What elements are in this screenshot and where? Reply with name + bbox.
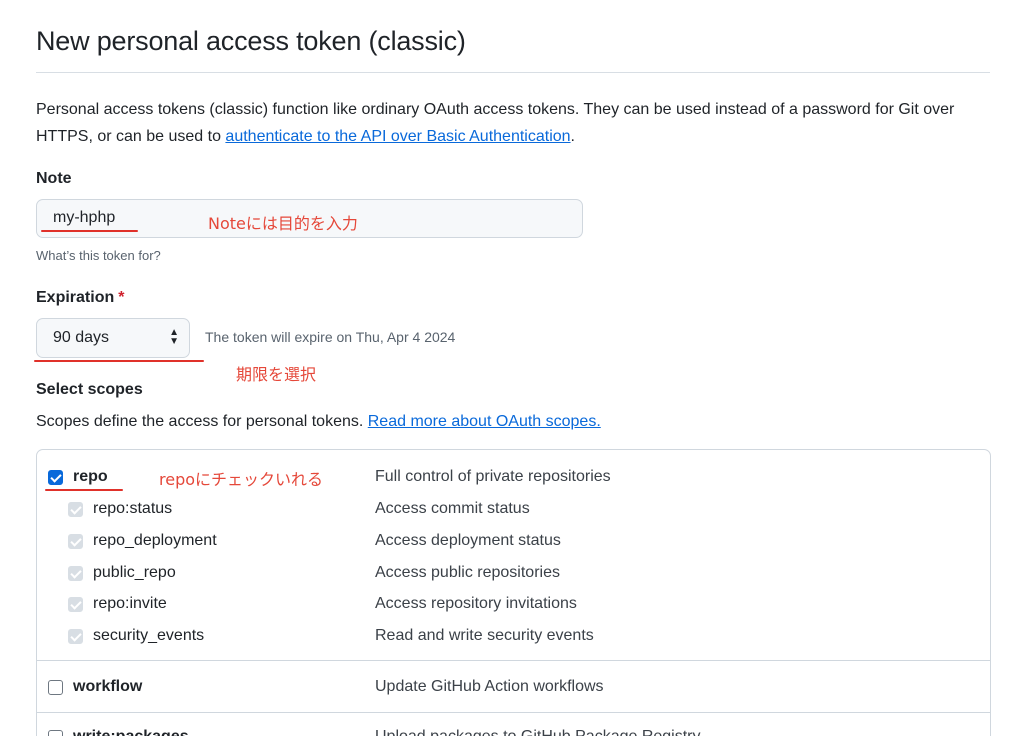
chevron-up-down-icon: ▲ ▼	[169, 327, 179, 347]
basic-auth-link[interactable]: authenticate to the API over Basic Authe…	[225, 128, 570, 145]
scope-name: security_events	[93, 627, 205, 644]
workflow-checkbox[interactable]	[48, 680, 63, 695]
security-events-checkbox	[68, 629, 83, 644]
repo-annotation: repoにチェックいれる	[159, 470, 324, 489]
scope-divider	[37, 660, 990, 661]
scope-description: Upload packages to GitHub Package Regist…	[375, 728, 701, 736]
oauth-scopes-link[interactable]: Read more about OAuth scopes.	[368, 413, 601, 430]
scope-description: Update GitHub Action workflows	[375, 678, 604, 695]
scope-name: repo:status	[93, 500, 173, 517]
intro-end: .	[570, 128, 575, 145]
expiration-label: Expiration *	[36, 289, 124, 307]
repo-underline-annotation	[45, 489, 123, 491]
public-repo-checkbox	[68, 566, 83, 581]
required-mark: *	[118, 289, 125, 306]
expiration-note: The token will expire on Thu, Apr 4 2024	[205, 329, 456, 345]
scope-name: public_repo	[93, 564, 176, 581]
repo-checkbox[interactable]	[48, 470, 63, 485]
scopes-list: repo repoにチェックいれる Full control of privat…	[36, 449, 991, 736]
page-title: New personal access token (classic)	[36, 26, 466, 56]
scopes-description-text: Scopes define the access for personal to…	[36, 413, 368, 430]
expiration-select[interactable]: 90 days ▲ ▼	[36, 318, 190, 358]
scope-description: Read and write security events	[375, 627, 594, 644]
scope-description: Full control of private repositories	[375, 468, 611, 485]
scope-description: Access deployment status	[375, 532, 561, 549]
expiration-selected-value: 90 days	[53, 329, 110, 346]
scope-row-repo-deployment: repo_deployment Access deployment status	[37, 525, 990, 557]
scope-name: repo	[73, 468, 108, 485]
scopes-heading: Select scopes	[36, 381, 143, 398]
repo-deployment-checkbox	[68, 534, 83, 549]
scope-description: Access public repositories	[375, 564, 560, 581]
note-underline-annotation	[41, 230, 138, 232]
scope-row-repo-invite: repo:invite Access repository invitation…	[37, 588, 990, 620]
scope-row-write-packages: write:packages Upload packages to GitHub…	[37, 721, 990, 736]
intro-paragraph: Personal access tokens (classic) functio…	[36, 96, 996, 150]
title-divider	[36, 72, 990, 73]
note-label: Note	[36, 170, 72, 187]
scope-row-repo-status: repo:status Access commit status	[37, 493, 990, 525]
scope-divider	[37, 712, 990, 713]
scopes-description: Scopes define the access for personal to…	[36, 413, 601, 431]
expiration-underline-annotation	[34, 360, 204, 362]
note-annotation: Noteには目的を入力	[208, 214, 358, 233]
expiration-label-text: Expiration	[36, 289, 115, 306]
scope-row-security-events: security_events Read and write security …	[37, 620, 990, 652]
scope-name: repo_deployment	[93, 532, 217, 549]
scope-row-repo: repo repoにチェックいれる Full control of privat…	[37, 461, 990, 493]
expiration-annotation: 期限を選択	[236, 365, 317, 384]
note-hint: What’s this token for?	[36, 248, 161, 263]
scope-name: repo:invite	[93, 595, 167, 612]
scope-description: Access repository invitations	[375, 595, 577, 612]
scope-row-public-repo: public_repo Access public repositories	[37, 557, 990, 589]
note-input-value: my-hphp	[53, 209, 116, 226]
scope-name: write:packages	[73, 728, 189, 736]
repo-invite-checkbox	[68, 597, 83, 612]
scope-name: workflow	[73, 678, 143, 695]
scope-row-workflow: workflow Update GitHub Action workflows	[37, 671, 990, 703]
repo-status-checkbox	[68, 502, 83, 517]
write-packages-checkbox[interactable]	[48, 730, 63, 736]
scope-description: Access commit status	[375, 500, 530, 517]
